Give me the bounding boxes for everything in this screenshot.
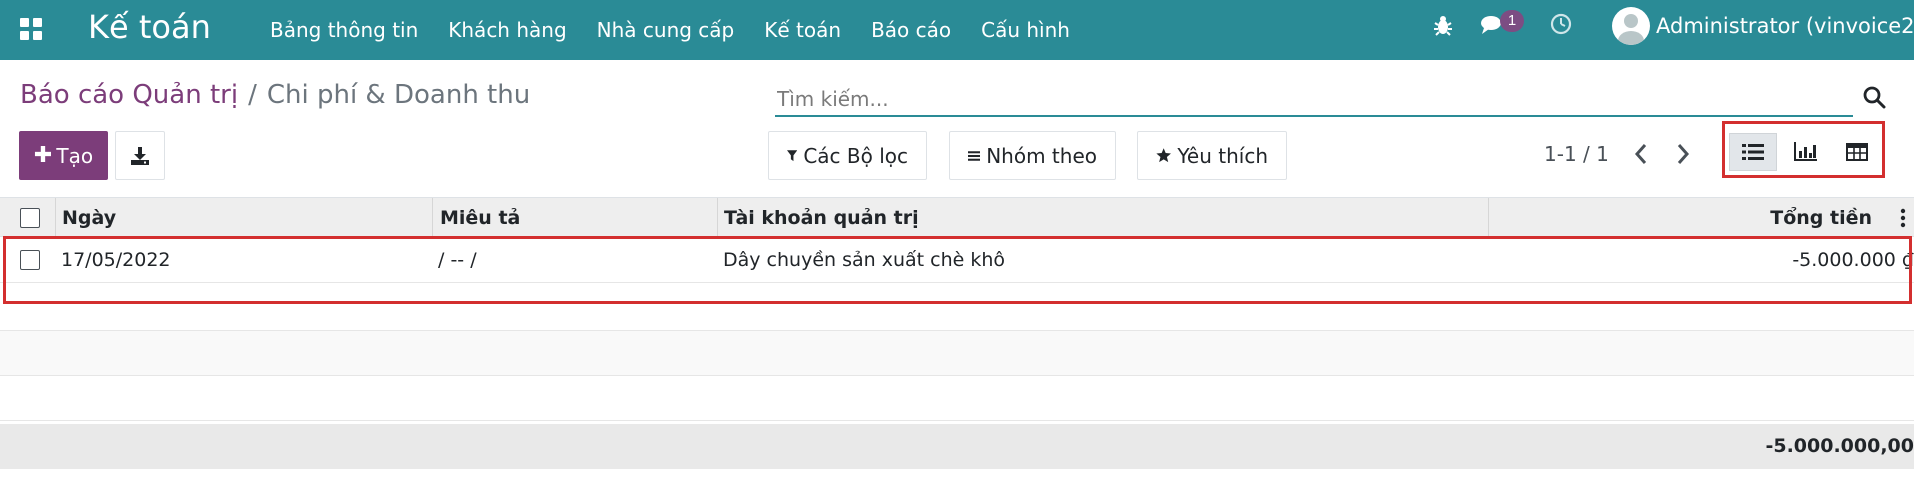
bars-icon <box>968 150 981 161</box>
plus-icon: ✚ <box>33 143 53 168</box>
graph-view-button[interactable] <box>1781 133 1829 171</box>
main-menu: Bảng thông tin Khách hàng Nhà cung cấp K… <box>270 0 1100 60</box>
breadcrumb-separator: / <box>248 80 257 110</box>
table-row[interactable]: 17/05/2022 / -- / Dây chuyền sản xuất ch… <box>0 237 1914 283</box>
cell-description: / -- / <box>438 249 477 271</box>
chevron-left-icon[interactable] <box>1630 141 1652 167</box>
apps-menu-icon[interactable] <box>20 18 42 40</box>
list-view-button[interactable] <box>1729 133 1777 171</box>
filters-button[interactable]: Các Bộ lọc <box>768 131 927 180</box>
download-icon <box>131 146 149 165</box>
table-header: Ngày Miêu tả Tài khoản quản trị Tổng tiề… <box>0 197 1914 238</box>
chat-count-badge: 1 <box>1500 10 1524 32</box>
menu-item-reports[interactable]: Báo cáo <box>871 18 951 42</box>
app-brand[interactable]: Kế toán <box>88 8 211 46</box>
debug-bug-icon[interactable] <box>1433 14 1453 36</box>
breadcrumb: Báo cáo Quản trị / Chi phí & Doanh thu <box>20 80 530 110</box>
top-navbar: Kế toán Bảng thông tin Khách hàng Nhà cu… <box>0 0 1914 60</box>
column-separator <box>717 198 718 238</box>
column-header-date[interactable]: Ngày <box>62 198 116 238</box>
filter-icon <box>787 149 798 161</box>
breadcrumb-parent[interactable]: Báo cáo Quản trị <box>20 80 238 110</box>
create-button-label: Tạo <box>56 143 94 168</box>
column-options-icon[interactable] <box>1900 208 1906 228</box>
search-bar <box>775 84 1853 117</box>
table-footer: -5.000.000,00 <box>0 424 1914 469</box>
search-input[interactable] <box>775 84 1853 114</box>
bar-chart-icon <box>1794 142 1817 161</box>
menu-item-customers[interactable]: Khách hàng <box>448 18 566 42</box>
filters-label: Các Bộ lọc <box>803 143 908 168</box>
cell-amount: -5.000.000 ₫ <box>1792 249 1914 271</box>
breadcrumb-current: Chi phí & Doanh thu <box>266 80 531 110</box>
column-separator <box>1488 198 1489 238</box>
view-switcher <box>1722 121 1885 178</box>
user-menu[interactable]: Administrator (vinvoice2) <box>1656 14 1914 38</box>
column-header-amount[interactable]: Tổng tiền <box>1770 198 1872 238</box>
row-checkbox[interactable] <box>20 250 40 270</box>
empty-row <box>0 283 1914 331</box>
menu-item-dashboard[interactable]: Bảng thông tin <box>270 18 418 42</box>
list-view-icon <box>1742 144 1764 160</box>
favorites-button[interactable]: Yêu thích <box>1137 131 1287 180</box>
cell-account: Dây chuyền sản xuất chè khô <box>723 249 1006 271</box>
group-by-label: Nhóm theo <box>986 143 1097 168</box>
empty-row <box>0 376 1914 421</box>
menu-item-configuration[interactable]: Cấu hình <box>981 18 1070 42</box>
favorites-label: Yêu thích <box>1177 143 1268 168</box>
download-button[interactable] <box>115 131 165 180</box>
star-icon <box>1156 148 1171 163</box>
column-header-description[interactable]: Miêu tả <box>440 198 520 238</box>
total-amount: -5.000.000,00 <box>1765 435 1914 457</box>
menu-item-vendors[interactable]: Nhà cung cấp <box>597 18 735 42</box>
table-icon <box>1846 143 1868 161</box>
select-all-checkbox[interactable] <box>20 208 40 228</box>
column-separator <box>55 198 56 238</box>
activity-clock-icon[interactable] <box>1550 13 1572 35</box>
column-header-account[interactable]: Tài khoản quản trị <box>724 198 919 238</box>
search-icon[interactable] <box>1862 85 1886 109</box>
pager-value[interactable]: 1-1 / 1 <box>1544 142 1609 166</box>
group-by-button[interactable]: Nhóm theo <box>949 131 1116 180</box>
pivot-view-button[interactable] <box>1833 133 1881 171</box>
create-button[interactable]: ✚ Tạo <box>19 131 108 180</box>
column-separator <box>432 198 433 238</box>
user-avatar[interactable] <box>1612 7 1650 45</box>
cell-date: 17/05/2022 <box>61 249 171 271</box>
empty-row <box>0 331 1914 376</box>
menu-item-accounting[interactable]: Kế toán <box>764 18 841 42</box>
chevron-right-icon[interactable] <box>1672 141 1694 167</box>
